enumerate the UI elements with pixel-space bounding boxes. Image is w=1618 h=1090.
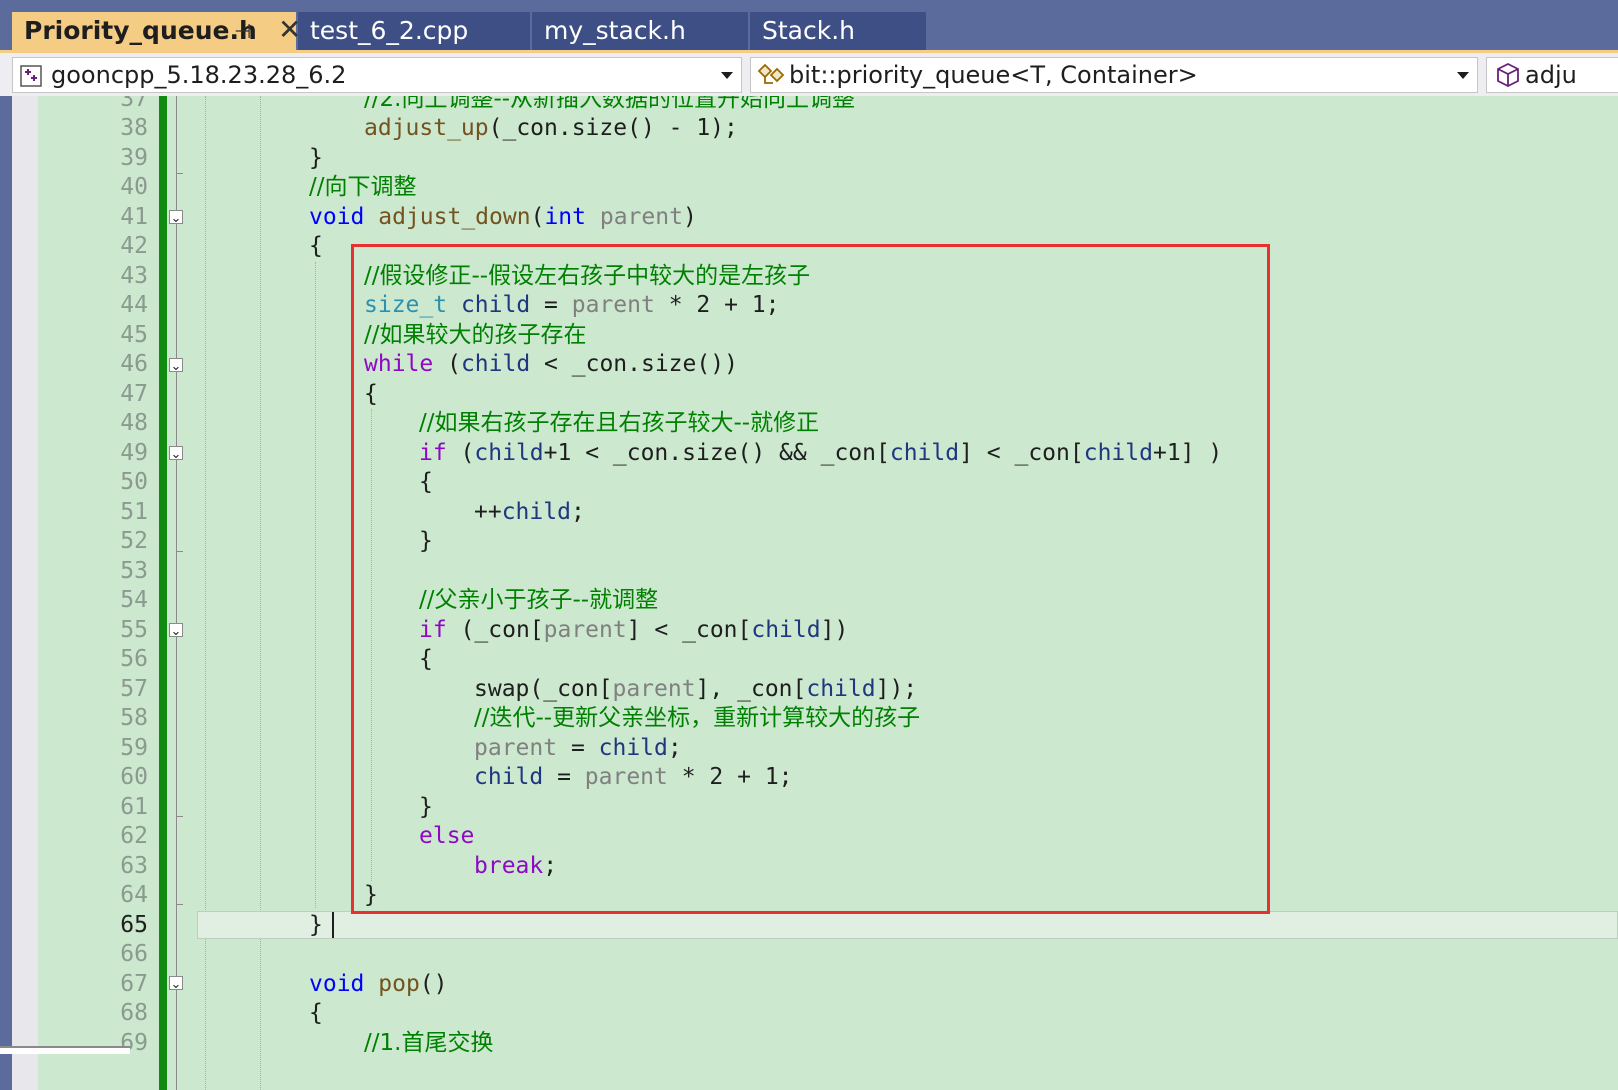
collapse-toggle-icon[interactable]: ⌄ <box>169 358 183 373</box>
code-line: //向下调整 <box>200 173 417 202</box>
tab-label: my_stack.h <box>544 16 686 45</box>
line-number: 54 <box>120 587 148 613</box>
line-number: 44 <box>120 292 148 318</box>
tab-test-6-2-cpp[interactable]: test_6_2.cpp <box>298 12 530 50</box>
line-number: 60 <box>120 764 148 790</box>
line-number: 58 <box>120 705 148 731</box>
line-number: 48 <box>120 410 148 436</box>
line-number-gutter: 37 38 39 40 41 42 43 44 45 46 47 48 49 5… <box>38 96 158 1090</box>
code-line: void pop() <box>200 970 448 999</box>
chevron-down-icon <box>721 72 733 79</box>
tab-label: test_6_2.cpp <box>310 16 469 45</box>
line-number: 43 <box>120 263 148 289</box>
function-name: pop <box>378 971 420 997</box>
member-name: adju <box>1525 61 1577 89</box>
scope-name: bit::priority_queue<T, Container> <box>789 61 1198 89</box>
function-call: adjust_up <box>364 115 489 141</box>
collapse-toggle-icon[interactable]: ⌄ <box>169 623 183 638</box>
editor-left-margin <box>12 96 38 1090</box>
text-caret <box>332 912 334 938</box>
line-number: 49 <box>120 440 148 466</box>
red-highlight-box <box>351 244 1270 914</box>
line-number: 50 <box>120 469 148 495</box>
line-number: 66 <box>120 941 148 967</box>
tab-label: Priority_queue.h <box>24 16 257 45</box>
line-number: 52 <box>120 528 148 554</box>
line-number: 67 <box>120 971 148 997</box>
code-line: { <box>200 232 323 261</box>
line-number: 57 <box>120 676 148 702</box>
outline-end-marker <box>177 551 183 552</box>
code-line: //2.向上调整--从新插入数据的位置开始向上调整 <box>200 96 855 114</box>
method-cube-icon <box>1495 62 1521 92</box>
line-number: 53 <box>120 558 148 584</box>
code-line: void adjust_down(int parent) <box>200 203 697 232</box>
line-number: 61 <box>120 794 148 820</box>
code-line: adjust_up(_con.size() - 1); <box>200 114 738 143</box>
line-number: 59 <box>120 735 148 761</box>
collapse-toggle-icon[interactable]: ⌄ <box>169 210 183 225</box>
line-number: 68 <box>120 1000 148 1026</box>
comment: //2.向上调整--从新插入数据的位置开始向上调整 <box>364 96 856 112</box>
line-number: 42 <box>120 233 148 259</box>
member-dropdown[interactable]: adju <box>1486 57 1618 93</box>
brace: { <box>309 1000 323 1026</box>
tab-my-stack-h[interactable]: my_stack.h <box>532 12 748 50</box>
line-number: 37 <box>120 96 148 112</box>
function-name: adjust_down <box>378 204 531 230</box>
line-number: 40 <box>120 174 148 200</box>
line-number: 46 <box>120 351 148 377</box>
code-editor[interactable]: 37 38 39 40 41 42 43 44 45 46 47 48 49 5… <box>12 96 1618 1090</box>
line-number: 63 <box>120 853 148 879</box>
outline-end-marker <box>177 904 183 905</box>
parameter: parent <box>599 204 683 230</box>
code-text: ( <box>530 204 545 230</box>
code-text: ) <box>682 204 697 230</box>
navigation-bar: gooncpp_5.18.23.28_6.2 bit::priority_que… <box>0 53 1618 96</box>
outline-end-marker <box>177 173 183 174</box>
comment: //向下调整 <box>309 174 417 200</box>
line-number-current: 65 <box>120 912 148 938</box>
line-number: 55 <box>120 617 148 643</box>
current-line-highlight <box>197 911 1618 939</box>
horizontal-scrollbar-area <box>0 1046 1618 1090</box>
keyword: void <box>309 971 365 997</box>
code-text: () <box>419 971 448 997</box>
pin-icon[interactable]: ⊣ <box>234 12 251 50</box>
class-icon <box>755 61 789 92</box>
tab-stack-h[interactable]: Stack.h <box>750 12 926 50</box>
document-tab-bar: Priority_queue.h ⊣ ✕ test_6_2.cpp my_sta… <box>0 0 1618 53</box>
chevron-down-icon <box>1457 72 1469 79</box>
line-number: 64 <box>120 882 148 908</box>
line-number: 62 <box>120 823 148 849</box>
line-number: 45 <box>120 322 148 348</box>
tab-priority-queue-h[interactable]: Priority_queue.h ⊣ ✕ <box>12 12 301 50</box>
keyword: int <box>544 204 586 230</box>
brace: } <box>309 912 323 938</box>
code-line-current: } <box>200 911 323 940</box>
project-dropdown[interactable]: gooncpp_5.18.23.28_6.2 <box>12 57 742 93</box>
collapse-toggle-icon[interactable]: ⌄ <box>169 976 183 991</box>
scope-dropdown[interactable]: bit::priority_queue<T, Container> <box>750 57 1478 93</box>
brace: } <box>309 145 323 171</box>
change-tracking-bar <box>159 96 167 1090</box>
horizontal-scrollbar[interactable] <box>0 1046 130 1054</box>
line-number: 41 <box>120 204 148 230</box>
brace: { <box>309 233 323 259</box>
line-number: 38 <box>120 115 148 141</box>
tab-label: Stack.h <box>762 16 856 45</box>
code-line: { <box>200 999 323 1028</box>
line-number: 47 <box>120 381 148 407</box>
line-number: 56 <box>120 646 148 672</box>
collapse-toggle-icon[interactable]: ⌄ <box>169 446 183 461</box>
code-line: } <box>200 144 323 173</box>
line-number: 51 <box>120 499 148 525</box>
outline-end-marker <box>177 816 183 817</box>
line-number: 39 <box>120 145 148 171</box>
project-name: gooncpp_5.18.23.28_6.2 <box>51 61 347 89</box>
code-text: (_con.size() - 1); <box>488 115 738 141</box>
keyword: void <box>309 204 365 230</box>
outlining-line <box>176 96 177 1090</box>
project-icon <box>19 63 45 92</box>
